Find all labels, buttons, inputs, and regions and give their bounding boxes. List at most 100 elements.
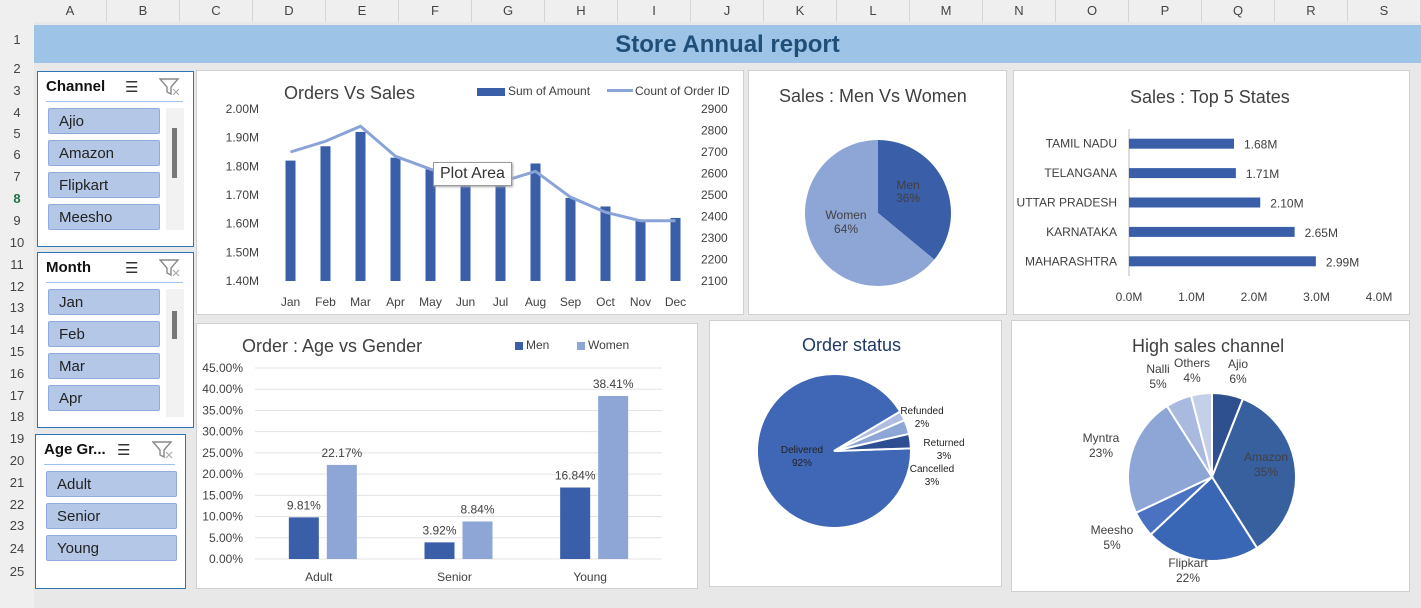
month-slicer[interactable]: Month ☰ Jan Feb Mar Apr xyxy=(37,252,194,428)
column-header[interactable]: J xyxy=(691,0,764,22)
top-states-plot[interactable]: 0.0M 1.0M 2.0M 3.0M 4.0M TAMIL NADU 1.68M TELAN… xyxy=(1014,71,1411,316)
data-label: 22.17% xyxy=(321,446,362,460)
age-vs-gender-chart[interactable]: Order : Age vs Gender Men Women 0.00% 5.0… xyxy=(196,323,698,589)
orders-vs-sales-chart[interactable]: Orders Vs Sales Sum of Amount Count of O… xyxy=(196,70,744,315)
row-header[interactable]: 14 xyxy=(0,322,34,337)
column-header[interactable]: B xyxy=(107,0,180,22)
clear-filter-icon[interactable] xyxy=(159,258,181,278)
men-vs-women-chart[interactable]: Sales : Men Vs Women Men 36% Women 64% xyxy=(748,70,1007,315)
slicer-item-jan[interactable]: Jan xyxy=(48,289,160,315)
multi-select-icon[interactable]: ☰ xyxy=(125,259,138,277)
row-header[interactable]: 9 xyxy=(0,213,34,228)
clear-filter-icon[interactable] xyxy=(159,77,181,97)
row-header[interactable]: 10 xyxy=(0,235,34,250)
x-tick-label: Jun xyxy=(456,295,475,309)
row-header[interactable]: 13 xyxy=(0,300,34,315)
row-header[interactable]: 5 xyxy=(0,126,34,141)
y2-tick-label: 2500 xyxy=(701,188,728,202)
y-tick-label: 45.00% xyxy=(202,361,243,375)
x-tick-label: 0.0M xyxy=(1116,290,1143,304)
slicer-item-mar[interactable]: Mar xyxy=(48,353,160,379)
orders-vs-sales-plot[interactable]: 1.40M 1.50M 1.60M 1.70M 1.80M 1.90M 2.00M 2100 2… xyxy=(197,71,745,316)
multi-select-icon[interactable]: ☰ xyxy=(117,441,130,459)
high-sales-channel-pie[interactable]: Ajio6%Amazon35%Flipkart22%Meesho5%Myntra… xyxy=(1012,321,1411,593)
column-header[interactable]: P xyxy=(1129,0,1202,22)
column-header[interactable]: Q xyxy=(1202,0,1275,22)
slicer-scrollbar[interactable] xyxy=(166,108,184,230)
bar-sum-of-amount xyxy=(285,160,296,281)
row-header[interactable]: 4 xyxy=(0,105,34,120)
row-header[interactable]: 11 xyxy=(0,257,34,272)
multi-select-icon[interactable]: ☰ xyxy=(125,78,138,96)
order-status-chart[interactable]: Order status Delivered 92% Refunded 2% Retur… xyxy=(709,320,1002,587)
column-header[interactable]: C xyxy=(180,0,253,22)
row-header[interactable]: 20 xyxy=(0,453,34,468)
pie-value: 35% xyxy=(1254,465,1278,479)
category-label: MAHARASHTRA xyxy=(1025,254,1117,268)
slicer-item-flipkart[interactable]: Flipkart xyxy=(48,172,160,198)
row-header[interactable]: 16 xyxy=(0,366,34,381)
bar-men xyxy=(288,517,319,559)
order-status-pie[interactable]: Delivered 92% Refunded 2% Returned 3% Cancelle… xyxy=(710,321,1003,588)
slicer-item-young[interactable]: Young xyxy=(46,535,177,561)
row-header[interactable]: 23 xyxy=(0,518,34,533)
slicer-item-meesho[interactable]: Meesho xyxy=(48,204,160,230)
row-header[interactable]: 24 xyxy=(0,541,34,556)
y-tick-label: 1.40M xyxy=(226,274,259,288)
column-header[interactable]: E xyxy=(326,0,399,22)
high-sales-channel-chart[interactable]: High sales channel Ajio 6% Amazon 35% Flipka… xyxy=(1011,320,1410,592)
column-header[interactable]: H xyxy=(545,0,618,22)
slicer-divider xyxy=(46,282,183,283)
slicer-item-senior[interactable]: Senior xyxy=(46,503,177,529)
data-label: 16.84% xyxy=(555,469,596,483)
age-vs-gender-plot[interactable]: 0.00% 5.00% 10.00% 15.00% 20.00% 25.00% 30.00%… xyxy=(197,324,699,590)
row-header[interactable]: 7 xyxy=(0,169,34,184)
age-group-slicer[interactable]: Age Gr... ☰ Adult Senior Young xyxy=(35,434,186,589)
slicer-scrollbar[interactable] xyxy=(166,289,184,417)
slicer-item-ajio[interactable]: Ajio xyxy=(48,108,160,134)
column-header[interactable]: M xyxy=(910,0,983,22)
slicer-item-apr[interactable]: Apr xyxy=(48,385,160,411)
x-tick-label: Adult xyxy=(305,570,333,584)
row-header[interactable]: 6 xyxy=(0,147,34,162)
row-header[interactable]: 19 xyxy=(0,431,34,446)
row-header[interactable]: 15 xyxy=(0,344,34,359)
pie-value: 64% xyxy=(834,222,858,236)
row-header[interactable]: 21 xyxy=(0,475,34,490)
pie-label: Flipkart xyxy=(1168,556,1208,570)
column-header[interactable]: S xyxy=(1348,0,1421,22)
row-header[interactable]: 25 xyxy=(0,564,34,579)
column-header[interactable]: L xyxy=(837,0,910,22)
column-header[interactable]: K xyxy=(764,0,837,22)
row-header[interactable]: 1 xyxy=(0,32,34,47)
y-tick-label: 1.90M xyxy=(226,131,259,145)
bar-women xyxy=(326,464,357,559)
column-header[interactable]: A xyxy=(34,0,107,22)
row-header[interactable]: 22 xyxy=(0,497,34,512)
x-tick-label: Jul xyxy=(493,295,508,309)
column-header[interactable]: R xyxy=(1275,0,1348,22)
row-header[interactable]: 12 xyxy=(0,279,34,294)
row-header[interactable]: 3 xyxy=(0,83,34,98)
slicer-item-feb[interactable]: Feb xyxy=(48,321,160,347)
row-header[interactable]: 2 xyxy=(0,61,34,76)
column-header[interactable]: I xyxy=(618,0,691,22)
slicer-title: Channel xyxy=(46,78,106,95)
column-header[interactable]: D xyxy=(253,0,326,22)
column-header[interactable]: O xyxy=(1056,0,1129,22)
channel-slicer[interactable]: Channel ☰ Ajio Amazon Flipkart Meesho xyxy=(37,71,194,247)
column-header[interactable]: F xyxy=(399,0,472,22)
slicer-item-amazon[interactable]: Amazon xyxy=(48,140,160,166)
pie-value: 4% xyxy=(1183,371,1201,385)
row-header[interactable]: 17 xyxy=(0,388,34,403)
clear-filter-icon[interactable] xyxy=(152,440,174,460)
column-header[interactable]: G xyxy=(472,0,545,22)
row-header[interactable]: 8 xyxy=(0,191,34,206)
men-vs-women-pie[interactable]: Men36% Women64% xyxy=(749,71,1008,316)
y2-tick-label: 2600 xyxy=(701,167,728,181)
row-header[interactable]: 18 xyxy=(0,409,34,424)
top-states-chart[interactable]: Sales : Top 5 States 0.0M 1.0M 2.0M 3.0M 4.0… xyxy=(1013,70,1410,315)
column-header[interactable]: N xyxy=(983,0,1056,22)
slicer-item-adult[interactable]: Adult xyxy=(46,471,177,497)
y-tick-label: 0.00% xyxy=(209,552,243,566)
